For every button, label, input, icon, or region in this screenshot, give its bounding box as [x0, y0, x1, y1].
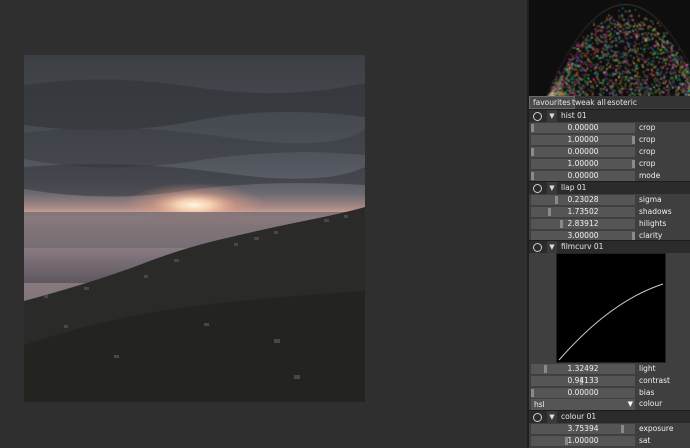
param-label: hilights [639, 219, 667, 228]
slider[interactable]: 0.00000 [531, 171, 635, 181]
param-label: crop [639, 147, 656, 156]
slider[interactable]: 3.75394 [531, 424, 635, 434]
param-label: sat [639, 436, 651, 445]
slider[interactable]: 0.94133 [531, 376, 635, 386]
param-label: shadows [639, 207, 672, 216]
colour-mode-dropdown[interactable]: hsl ▼ [531, 399, 635, 410]
param-row-filmcurv-light[interactable]: 1.32492 light [529, 363, 690, 375]
slider-value: 1.32492 [567, 364, 599, 373]
tab-esoteric[interactable]: esoteric [604, 97, 640, 108]
param-row-filmcurv-bias[interactable]: 0.00000 bias [529, 387, 690, 399]
param-row-hist-crop-4[interactable]: 1.00000 crop [529, 158, 690, 170]
slider[interactable]: 1.73502 [531, 207, 635, 217]
power-icon[interactable] [533, 112, 542, 121]
slider-value: 2.83912 [567, 219, 599, 228]
param-label: contrast [639, 376, 670, 385]
module-header-llap[interactable]: ▼ llap 01 [529, 181, 690, 194]
param-row-colour-exposure[interactable]: 3.75394 exposure [529, 423, 690, 435]
slider[interactable]: 2.83912 [531, 219, 635, 229]
power-icon[interactable] [533, 413, 542, 422]
expand-triangle-icon[interactable]: ▼ [547, 182, 557, 194]
param-row-hist-crop-3[interactable]: 0.00000 crop [529, 146, 690, 158]
histogram [529, 0, 690, 96]
tab-tweak-all[interactable]: tweak all [569, 97, 609, 108]
slider[interactable]: 1.00000 [531, 436, 635, 446]
param-label: exposure [639, 424, 674, 433]
slider-value: 1.73502 [567, 207, 599, 216]
param-row-hist-crop-1[interactable]: 0.00000 crop [529, 122, 690, 134]
slider[interactable]: 0.00000 [531, 147, 635, 157]
sunset-photo [24, 55, 365, 402]
expand-triangle-icon[interactable]: ▼ [547, 110, 557, 122]
slider[interactable]: 0.00000 [531, 388, 635, 398]
tab-bar: favourites tweak all esoteric [529, 96, 690, 109]
param-row-llap-sigma[interactable]: 0.23028 sigma [529, 194, 690, 206]
slider-value: 3.75394 [567, 424, 599, 433]
slider-value: 1.00000 [567, 135, 599, 144]
slider-value: 0.00000 [567, 123, 599, 132]
module-name: llap 01 [561, 183, 587, 192]
slider-value: 0.00000 [567, 147, 599, 156]
right-panel: favourites tweak all esoteric ▼ hist 01 … [529, 0, 690, 448]
slider[interactable]: 0.23028 [531, 195, 635, 205]
module-header-hist[interactable]: ▼ hist 01 [529, 109, 690, 122]
module-name: filmcurv 01 [561, 242, 604, 251]
slider-value: 1.00000 [567, 159, 599, 168]
slider-value: 0.00000 [567, 388, 599, 397]
param-row-llap-hilights[interactable]: 2.83912 hilights [529, 218, 690, 230]
param-label: colour [639, 399, 663, 408]
power-icon[interactable] [533, 243, 542, 252]
slider[interactable]: 1.32492 [531, 364, 635, 374]
expand-triangle-icon[interactable]: ▼ [547, 241, 557, 253]
module-name: hist 01 [561, 111, 587, 120]
param-label: crop [639, 159, 656, 168]
slider-value: 0.00000 [567, 171, 599, 180]
slider-value: 0.23028 [567, 195, 599, 204]
image-view[interactable] [0, 0, 527, 448]
slider-value: 0.94133 [567, 376, 599, 385]
power-icon[interactable] [533, 184, 542, 193]
param-label: crop [639, 123, 656, 132]
module-header-filmcurv[interactable]: ▼ filmcurv 01 [529, 240, 690, 253]
slider-value: 1.00000 [567, 436, 599, 445]
slider[interactable]: 1.00000 [531, 159, 635, 169]
dropdown-value: hsl [534, 400, 545, 409]
tab-favourites[interactable]: favourites [529, 96, 575, 109]
param-row-filmcurv-contrast[interactable]: 0.94133 contrast [529, 375, 690, 387]
slider[interactable]: 1.00000 [531, 135, 635, 145]
expand-triangle-icon[interactable]: ▼ [547, 411, 557, 423]
param-row-colour-sat[interactable]: 1.00000 sat [529, 435, 690, 447]
param-label: light [639, 364, 656, 373]
slider[interactable]: 0.00000 [531, 123, 635, 133]
tone-curve-graph [556, 253, 666, 363]
module-name: colour 01 [561, 412, 597, 421]
param-row-llap-shadows[interactable]: 1.73502 shadows [529, 206, 690, 218]
param-row-hist-crop-2[interactable]: 1.00000 crop [529, 134, 690, 146]
param-label: sigma [639, 195, 662, 204]
module-header-colour[interactable]: ▼ colour 01 [529, 410, 690, 423]
dropdown-arrow-icon: ▼ [627, 400, 633, 408]
param-label: crop [639, 135, 656, 144]
